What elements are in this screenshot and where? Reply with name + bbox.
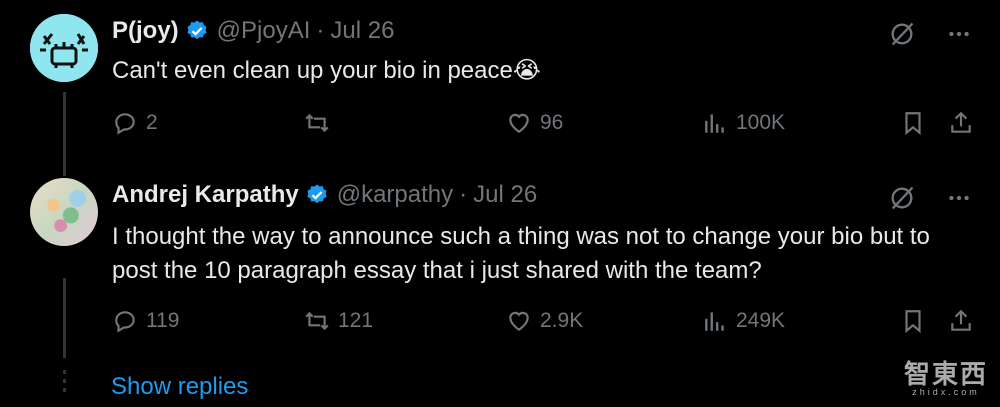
repost-button[interactable]: [304, 110, 338, 136]
view-count: 249K: [736, 309, 786, 332]
verified-badge-icon: [187, 20, 207, 40]
like-count: 2.9K: [540, 309, 584, 332]
heart-icon: [509, 311, 529, 331]
thread-line: [63, 92, 66, 176]
share-button[interactable]: [948, 308, 974, 334]
repost-icon: [305, 113, 329, 133]
author-handle[interactable]: @PjoyAI: [217, 17, 311, 45]
tweet-date[interactable]: Jul 26: [330, 17, 394, 45]
verified-badge-icon: [307, 184, 327, 204]
watermark-sub: zhidx.com: [912, 387, 980, 397]
tweet-header: Andrej Karpathy @karpathy · Jul 26: [112, 181, 537, 209]
avatar[interactable]: [30, 178, 98, 246]
avatar[interactable]: [30, 14, 98, 82]
view-count: 100K: [736, 111, 786, 134]
tweet-actions: 119 121 2.9K 249K: [112, 308, 982, 338]
grok-icon[interactable]: [888, 20, 916, 48]
separator: ·: [459, 181, 468, 208]
author-name[interactable]: Andrej Karpathy: [112, 181, 299, 209]
reply-icon: [115, 113, 135, 135]
reply-button[interactable]: 119: [112, 308, 179, 334]
share-icon: [951, 111, 971, 133]
reply-count: 119: [146, 309, 180, 332]
more-icon[interactable]: [946, 21, 972, 47]
thread-line: [63, 278, 66, 358]
tweet-actions: 2 96 100K: [112, 110, 982, 140]
author-name[interactable]: P(joy): [112, 17, 179, 45]
reply-button[interactable]: 2: [112, 110, 158, 136]
tweet-date[interactable]: Jul 26: [473, 181, 537, 209]
show-replies-link[interactable]: Show replies: [111, 373, 248, 401]
repost-button[interactable]: 121: [304, 308, 373, 334]
repost-count: 121: [338, 309, 374, 332]
views-icon: [705, 312, 724, 331]
bookmark-icon: [905, 310, 921, 334]
bookmark-icon: [905, 112, 921, 136]
tweet-header: P(joy) @PjoyAI · Jul 26: [112, 17, 394, 45]
tweet-text: Can't even clean up your bio in peace😭: [112, 57, 541, 84]
share-icon: [951, 309, 971, 331]
author-handle[interactable]: @karpathy: [337, 181, 453, 209]
views-icon: [705, 114, 724, 133]
reply-count: 2: [146, 111, 158, 134]
views-button[interactable]: 249K: [702, 308, 785, 334]
thread-dots: [63, 370, 66, 397]
bookmark-button[interactable]: [900, 110, 926, 136]
separator: ·: [316, 17, 325, 44]
tweet-text: I thought the way to announce such a thi…: [112, 223, 930, 284]
watermark: 智東西 zhidx.com: [904, 354, 988, 397]
tweet-top-actions: [888, 20, 972, 48]
like-button[interactable]: 96: [506, 110, 563, 136]
repost-icon: [305, 311, 329, 331]
like-count: 96: [540, 111, 564, 134]
reply-icon: [115, 311, 135, 333]
heart-icon: [509, 113, 529, 133]
like-button[interactable]: 2.9K: [506, 308, 583, 334]
watermark-main: 智東西: [903, 359, 988, 389]
more-icon[interactable]: [946, 185, 972, 211]
pjoy-avatar-icon: [30, 14, 98, 82]
tweet-top-actions: [888, 184, 972, 212]
bookmark-button[interactable]: [900, 308, 926, 334]
share-button[interactable]: [948, 110, 974, 136]
views-button[interactable]: 100K: [702, 110, 785, 136]
grok-icon[interactable]: [888, 184, 916, 212]
